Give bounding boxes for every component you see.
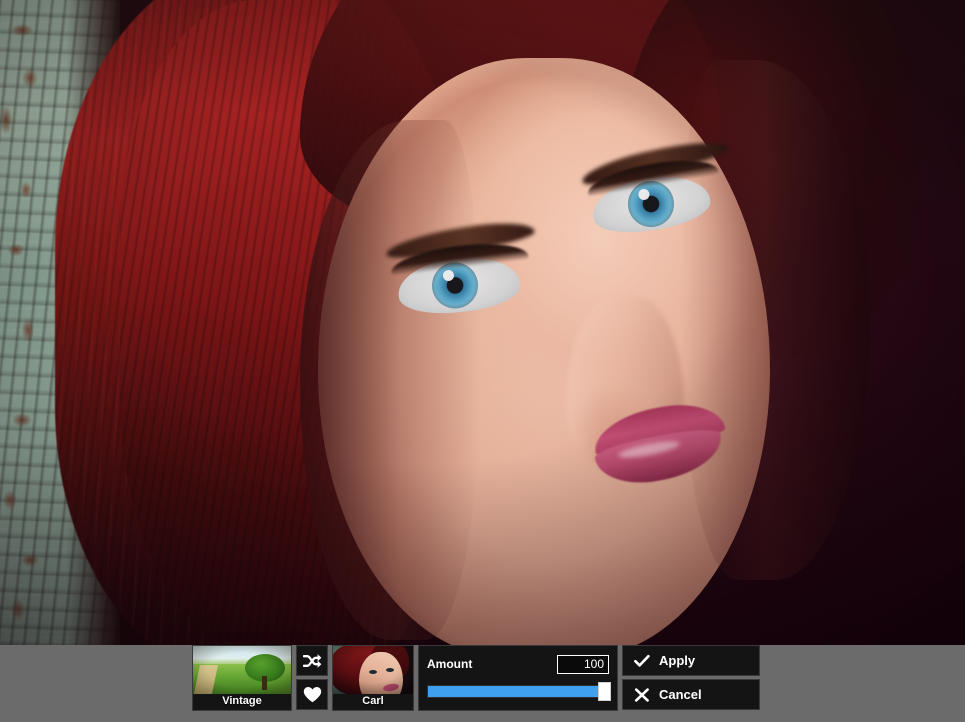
- amount-panel: Amount: [418, 645, 618, 711]
- filter-toolbar-panel: Vintage Carl Amount 100 Apply Cancel: [192, 645, 760, 722]
- landscape-thumbnail-art: [193, 646, 291, 694]
- thumbnail-vignette: [193, 646, 291, 694]
- carl-source-thumbnail: [333, 646, 413, 694]
- vintage-preset-thumbnail: [193, 646, 291, 694]
- source-tile-carl[interactable]: Carl: [332, 645, 414, 711]
- cancel-button-label: Cancel: [659, 687, 702, 702]
- filter-toolbar: Vintage Carl Amount 100 Apply Cancel: [0, 645, 965, 722]
- favorite-preset-button[interactable]: [296, 679, 328, 710]
- close-x-icon: [634, 687, 650, 702]
- slider-handle[interactable]: [598, 682, 611, 701]
- photo-color-grade: [0, 0, 965, 645]
- thumbnail-portrait-vignette: [333, 646, 413, 694]
- amount-slider[interactable]: [427, 682, 611, 701]
- random-preset-button[interactable]: [296, 645, 328, 676]
- action-button-column: Apply Cancel: [622, 645, 760, 710]
- amount-input[interactable]: [557, 654, 609, 674]
- amount-label: Amount: [427, 657, 473, 671]
- check-icon: [634, 654, 650, 668]
- preset-action-column: [296, 645, 328, 710]
- heart-icon: [303, 686, 322, 703]
- source-name-label: Carl: [362, 695, 384, 707]
- preset-name-label: Vintage: [222, 695, 262, 707]
- portrait-thumbnail-art: [333, 646, 413, 694]
- apply-button-label: Apply: [659, 653, 696, 668]
- photo-editor-window: Vintage Carl Amount 100 Apply Cancel: [0, 0, 965, 722]
- shuffle-icon: [302, 653, 322, 669]
- cancel-button[interactable]: Cancel: [622, 679, 760, 710]
- slider-fill: [428, 686, 598, 697]
- apply-button[interactable]: Apply: [622, 645, 760, 676]
- amount-row: Amount: [427, 653, 609, 675]
- preset-tile-vintage[interactable]: Vintage: [192, 645, 292, 711]
- photo-canvas[interactable]: [0, 0, 965, 645]
